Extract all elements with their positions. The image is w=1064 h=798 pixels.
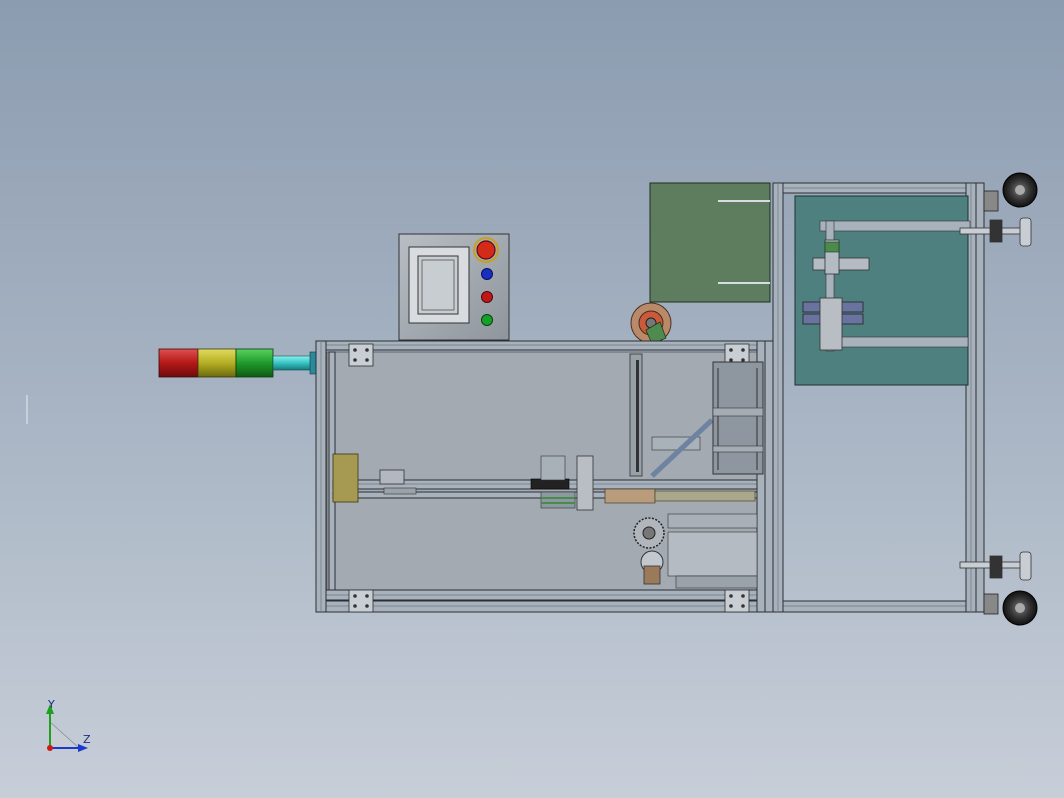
hmi-screen (417, 255, 459, 315)
axis-y-label: Y (48, 698, 55, 711)
blue-button (481, 268, 493, 280)
small-clamp (379, 469, 405, 485)
signal-tower-yellow-light (197, 348, 237, 378)
axis-z-label: Z (83, 733, 91, 746)
machine-model (26, 172, 1038, 752)
caster-bottom (983, 590, 1038, 626)
coordinate-triad (46, 704, 88, 752)
control-box[interactable] (398, 233, 510, 341)
signal-tower[interactable] (158, 348, 318, 378)
signal-tower-green-light (235, 348, 274, 378)
olive-bracket (332, 453, 359, 503)
tape-reel[interactable] (630, 302, 672, 345)
signal-tower-pole (272, 355, 312, 371)
green-panel (649, 182, 771, 303)
signal-tower-red-light (158, 348, 199, 378)
green-button (481, 314, 493, 326)
model-viewport[interactable]: Y Z (0, 0, 1064, 798)
caster-top (983, 172, 1038, 212)
red-button (481, 291, 493, 303)
roller-drum (712, 361, 764, 475)
slider-block (530, 478, 570, 490)
teal-panel (794, 195, 971, 386)
emergency-stop-button (476, 240, 496, 260)
